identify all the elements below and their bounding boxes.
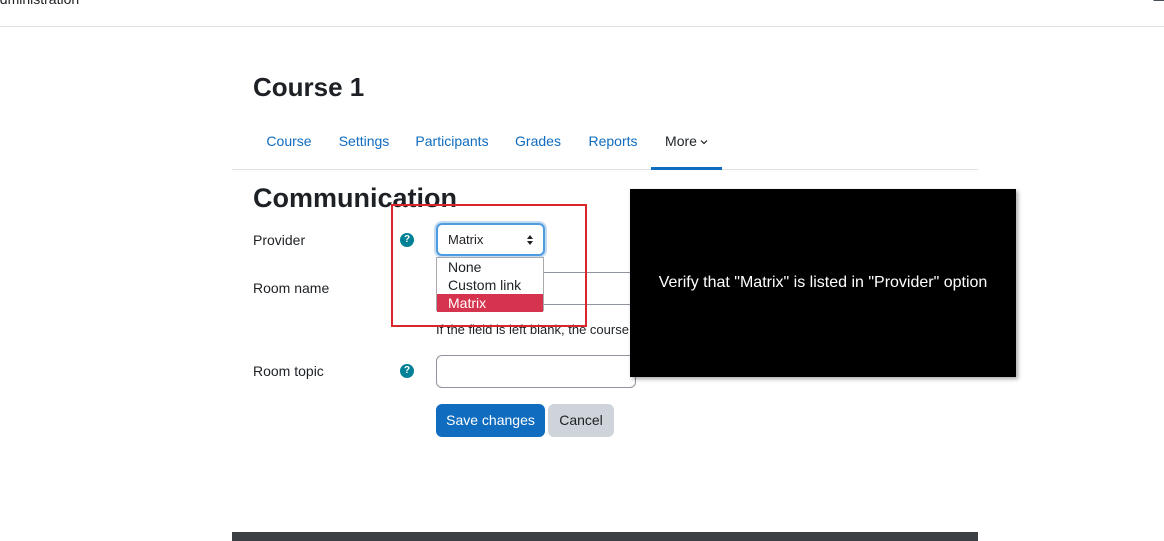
tab-settings[interactable]: Settings (334, 123, 394, 169)
annotation-highlight-box (391, 204, 587, 327)
instruction-overlay: Verify that "Matrix" is listed in "Provi… (630, 189, 1016, 377)
tab-label: Settings (338, 133, 390, 149)
tab-label: Participants (415, 133, 489, 149)
secondary-navigation: Course Settings Participants Grades Repo… (232, 123, 978, 170)
top-bar: administration (0, 0, 1164, 27)
tab-course[interactable]: Course (253, 123, 325, 169)
tab-label: Course (266, 133, 312, 149)
footer-bar (232, 532, 978, 541)
notification-bell-icon[interactable] (1152, 0, 1164, 4)
provider-label: Provider (253, 232, 306, 248)
room-topic-label: Room topic (253, 363, 324, 379)
chevron-down-icon (700, 140, 708, 145)
tab-more[interactable]: More (651, 123, 722, 170)
tab-participants[interactable]: Participants (412, 123, 492, 169)
tab-label: Grades (515, 133, 561, 149)
tab-grades[interactable]: Grades (511, 123, 565, 169)
instruction-text: Verify that "Matrix" is listed in "Provi… (658, 274, 988, 291)
help-icon[interactable]: ? (400, 364, 414, 378)
cancel-button[interactable]: Cancel (548, 404, 614, 437)
tab-reports[interactable]: Reports (584, 123, 642, 169)
page-title: Course 1 (253, 72, 365, 102)
tab-label: Reports (588, 133, 638, 149)
tab-label: More (665, 133, 697, 149)
room-name-label: Room name (253, 280, 330, 296)
save-changes-button[interactable]: Save changes (436, 404, 545, 437)
breadcrumb[interactable]: administration (0, 0, 79, 7)
room-topic-input[interactable] (436, 355, 636, 388)
